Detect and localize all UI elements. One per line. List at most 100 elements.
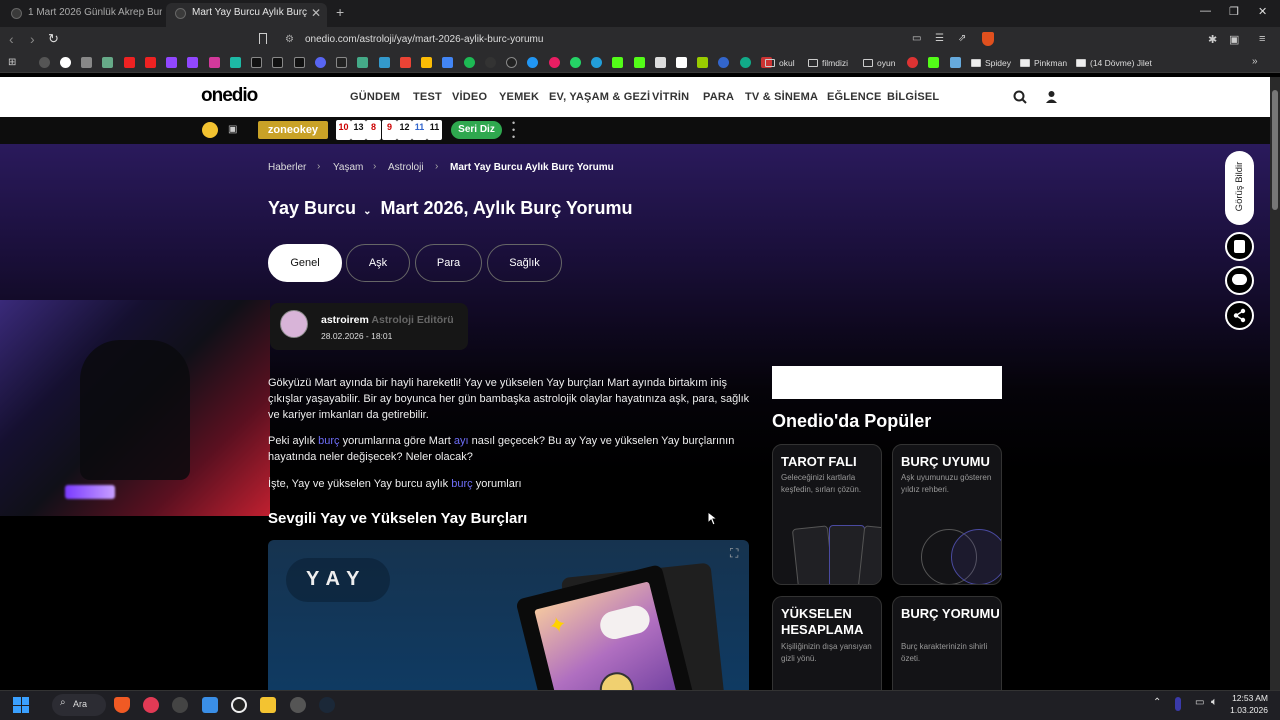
photos-icon[interactable] <box>202 697 218 713</box>
save-button[interactable] <box>1225 232 1254 261</box>
nav-test[interactable]: TEST <box>413 91 442 103</box>
minimize-button[interactable]: — <box>1200 5 1211 17</box>
brave-icon[interactable] <box>114 697 130 713</box>
floating-video[interactable] <box>0 300 270 516</box>
bookmark-folder-filmdizi[interactable]: filmdizi <box>808 58 848 68</box>
forward-icon[interactable]: › <box>30 31 35 47</box>
site-logo[interactable]: onedio <box>201 85 258 107</box>
bookmark-icon[interactable] <box>907 57 918 68</box>
tray-expand-icon[interactable]: ⌃ <box>1153 697 1161 708</box>
telegram-icon[interactable] <box>591 57 602 68</box>
card-burc-yorumu[interactable]: BURÇ YORUMU Burç karakterinizin sihirli … <box>892 596 1002 690</box>
bookmark-icon[interactable] <box>527 57 538 68</box>
nav-gundem[interactable]: GÜNDEM <box>350 91 400 103</box>
tab-saglik[interactable]: Sağlık <box>487 244 562 282</box>
history-icon[interactable] <box>39 57 50 68</box>
chevron-down-icon[interactable]: ⌄ <box>363 206 371 217</box>
twitch-icon[interactable] <box>187 57 198 68</box>
bookmark-icon[interactable] <box>697 57 708 68</box>
github-icon[interactable] <box>506 57 517 68</box>
user-icon[interactable] <box>1045 90 1058 103</box>
youtube-icon[interactable] <box>124 57 135 68</box>
feedback-button[interactable]: Görüş Bildir <box>1225 151 1254 225</box>
game-icon[interactable]: ▣ <box>228 124 237 135</box>
tab-ask[interactable]: Aşk <box>346 244 410 282</box>
bookmark-icon[interactable] <box>336 57 347 68</box>
kick-icon[interactable] <box>612 57 623 68</box>
tab-akrep[interactable]: 1 Mart 2026 Günlük Akrep Burç Yorumu <box>2 3 162 27</box>
more-bookmarks-icon[interactable]: » <box>1252 56 1258 67</box>
nav-para[interactable]: PARA <box>703 91 734 103</box>
nav-video[interactable]: VİDEO <box>452 91 487 103</box>
nav-yemek[interactable]: YEMEK <box>499 91 539 103</box>
tab-para[interactable]: Para <box>415 244 482 282</box>
breadcrumb-yasam[interactable]: Yaşam <box>333 162 363 173</box>
link-burc[interactable]: burç <box>318 435 339 447</box>
extensions-icon[interactable]: ✱ <box>1208 33 1217 46</box>
volume-icon[interactable]: 🔈︎ <box>1211 696 1218 709</box>
tiktok-icon[interactable] <box>294 57 305 68</box>
menu-icon[interactable]: ≡ <box>1259 33 1265 45</box>
link-ayi[interactable]: ayı <box>454 435 469 447</box>
app-icon[interactable] <box>231 697 247 713</box>
discord-icon[interactable] <box>315 57 326 68</box>
instagram-icon[interactable] <box>209 57 220 68</box>
brave-shield-icon[interactable] <box>982 32 994 46</box>
search-icon[interactable] <box>1013 90 1027 104</box>
author-name[interactable]: astroirem <box>321 314 369 326</box>
tab-genel[interactable]: Genel <box>268 244 342 282</box>
link-burc[interactable]: burç <box>451 478 472 490</box>
bookmark-pinkman[interactable]: Pinkman <box>1020 58 1067 68</box>
seri-diz-button[interactable]: Seri Diz <box>451 121 502 139</box>
spotify-icon[interactable] <box>464 57 475 68</box>
gmail-icon[interactable] <box>400 57 411 68</box>
bookmark-icon[interactable] <box>81 57 92 68</box>
share-button[interactable] <box>1225 301 1254 330</box>
ad-slot[interactable] <box>772 366 1002 399</box>
card-burc-uyumu[interactable]: BURÇ UYUMU Aşk uyumunuzu gösteren yıldız… <box>892 444 1002 585</box>
game-logo-icon[interactable] <box>202 122 218 138</box>
file-explorer-icon[interactable] <box>260 697 276 713</box>
new-tab-button[interactable]: + <box>336 4 344 20</box>
breadcrumb-haberler[interactable]: Haberler <box>268 162 306 173</box>
bookmark-icon[interactable] <box>740 57 751 68</box>
sidebar-icon[interactable]: ▣ <box>1229 33 1239 46</box>
bookmark-icon[interactable] <box>676 57 687 68</box>
kick-icon[interactable] <box>634 57 645 68</box>
bookmark-icon[interactable] <box>549 57 560 68</box>
kick-icon[interactable] <box>928 57 939 68</box>
card-tarot-fali[interactable]: TAROT FALI Geleceğinizi kartlarla keşfed… <box>772 444 882 585</box>
url-field[interactable]: onedio.com/astroloji/yay/mart-2026-aylik… <box>305 34 543 45</box>
bookmark-page-icon[interactable] <box>259 33 267 44</box>
nav-vitrin[interactable]: VİTRİN <box>652 91 689 103</box>
google-icon[interactable] <box>60 57 71 68</box>
bookmark-folder-oyun[interactable]: oyun <box>863 58 895 68</box>
more-options-icon[interactable]: • • • <box>512 119 515 142</box>
app-icon[interactable] <box>290 697 306 713</box>
bookmark-jilet[interactable]: (14 Dövme) Jilet <box>1076 58 1152 68</box>
tab-yay[interactable]: Mart Yay Burcu Aylık Burç Yorumu ✕ <box>166 3 327 27</box>
sign-selector[interactable]: Yay Burcu <box>268 198 356 218</box>
reader-icon[interactable]: ☰ <box>935 33 944 44</box>
nav-bilgisel[interactable]: BİLGİSEL <box>887 91 939 103</box>
nav-tv-sinema[interactable]: TV & SİNEMA <box>745 91 818 103</box>
network-icon[interactable]: ▭ <box>1195 697 1204 708</box>
bookmark-icon[interactable] <box>655 57 666 68</box>
whatsapp-icon[interactable] <box>570 57 581 68</box>
bookmark-icon[interactable] <box>950 57 961 68</box>
zoneokey-logo[interactable]: zoneokey <box>258 121 328 139</box>
bookmark-icon[interactable] <box>442 57 453 68</box>
share-icon[interactable]: ⇗ <box>958 33 966 44</box>
bookmark-icon[interactable] <box>718 57 729 68</box>
media-player-icon[interactable] <box>143 697 159 713</box>
apps-icon[interactable]: ⊞ <box>8 57 16 68</box>
windows-start-icon[interactable] <box>13 697 29 713</box>
bookmark-icon[interactable] <box>485 57 496 68</box>
comments-button[interactable] <box>1225 266 1254 295</box>
bookmark-icon[interactable] <box>357 57 368 68</box>
clock[interactable]: 12:53 AM 1.03.2026 <box>1230 693 1268 715</box>
close-window-button[interactable]: ✕ <box>1258 5 1267 18</box>
avatar[interactable] <box>280 310 308 338</box>
nav-eglence[interactable]: EĞLENCE <box>827 91 882 103</box>
breadcrumb-astroloji[interactable]: Astroloji <box>388 162 424 173</box>
